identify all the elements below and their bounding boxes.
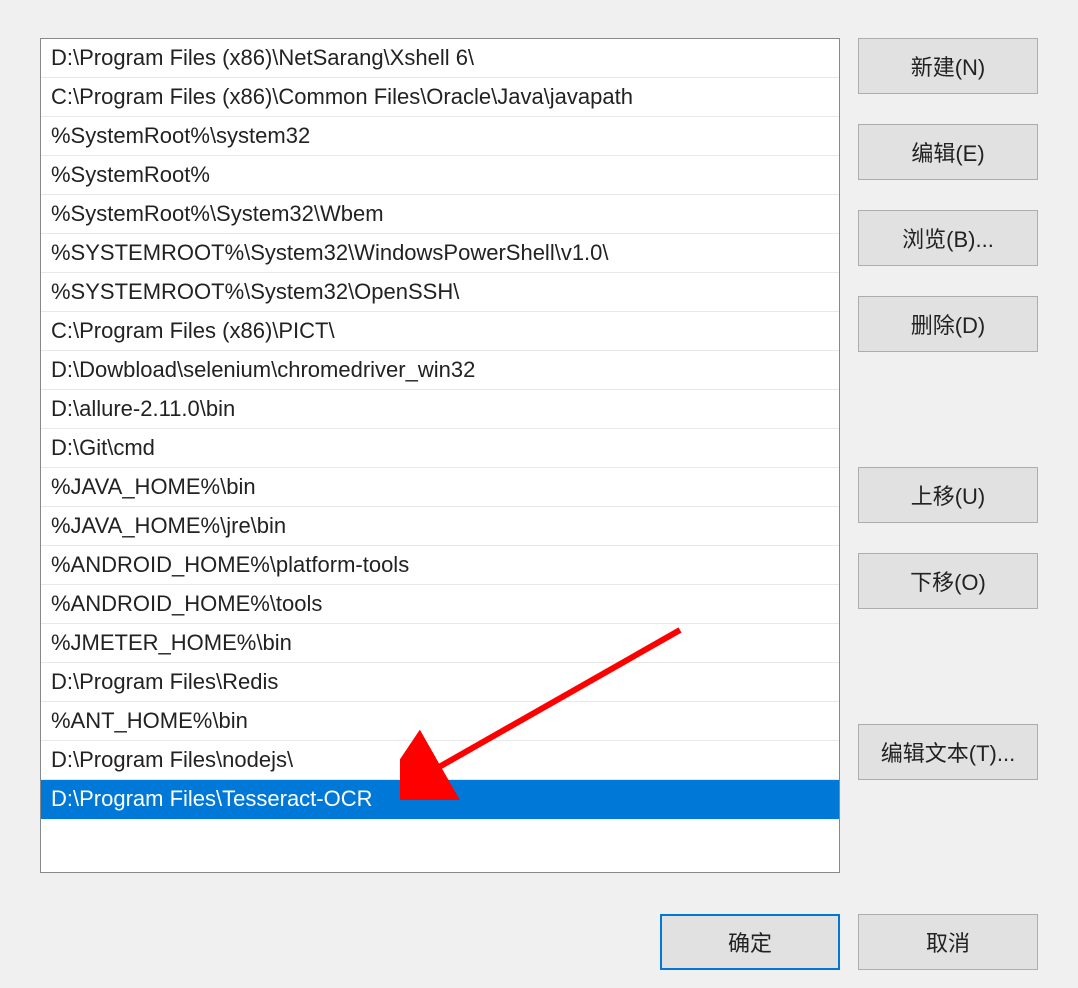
list-item[interactable]: %SystemRoot%\system32 [41, 117, 839, 156]
list-item[interactable]: %SystemRoot%\System32\Wbem [41, 195, 839, 234]
list-item[interactable]: %ANDROID_HOME%\tools [41, 585, 839, 624]
list-item[interactable]: %SYSTEMROOT%\System32\OpenSSH\ [41, 273, 839, 312]
list-item[interactable]: %JAVA_HOME%\jre\bin [41, 507, 839, 546]
list-item[interactable]: D:\Program Files\nodejs\ [41, 741, 839, 780]
list-item[interactable]: %JAVA_HOME%\bin [41, 468, 839, 507]
list-item[interactable]: %ANDROID_HOME%\platform-tools [41, 546, 839, 585]
move-up-button[interactable]: 上移(U) [858, 467, 1038, 523]
list-item[interactable]: %JMETER_HOME%\bin [41, 624, 839, 663]
bottom-button-panel: 确定 取消 [660, 914, 1038, 970]
cancel-button[interactable]: 取消 [858, 914, 1038, 970]
edit-text-button[interactable]: 编辑文本(T)... [858, 724, 1038, 780]
list-item[interactable]: %ANT_HOME%\bin [41, 702, 839, 741]
delete-button[interactable]: 删除(D) [858, 296, 1038, 352]
side-button-panel: 新建(N) 编辑(E) 浏览(B)... 删除(D) 上移(U) 下移(O) 编… [858, 38, 1038, 918]
list-item[interactable]: D:\Program Files (x86)\NetSarang\Xshell … [41, 39, 839, 78]
list-item[interactable]: %SYSTEMROOT%\System32\WindowsPowerShell\… [41, 234, 839, 273]
path-list[interactable]: D:\Program Files (x86)\NetSarang\Xshell … [40, 38, 840, 873]
browse-button[interactable]: 浏览(B)... [858, 210, 1038, 266]
new-button[interactable]: 新建(N) [858, 38, 1038, 94]
list-item[interactable]: %SystemRoot% [41, 156, 839, 195]
list-item[interactable]: C:\Program Files (x86)\Common Files\Orac… [41, 78, 839, 117]
list-item[interactable]: D:\Dowbload\selenium\chromedriver_win32 [41, 351, 839, 390]
move-down-button[interactable]: 下移(O) [858, 553, 1038, 609]
list-item[interactable]: D:\Program Files\Redis [41, 663, 839, 702]
edit-button[interactable]: 编辑(E) [858, 124, 1038, 180]
env-var-editor: D:\Program Files (x86)\NetSarang\Xshell … [40, 38, 1040, 918]
ok-button[interactable]: 确定 [660, 914, 840, 970]
list-item[interactable]: C:\Program Files (x86)\PICT\ [41, 312, 839, 351]
list-item[interactable]: D:\Git\cmd [41, 429, 839, 468]
spacer [858, 382, 1038, 437]
list-item[interactable]: D:\Program Files\Tesseract-OCR [41, 780, 839, 819]
list-item[interactable]: D:\allure-2.11.0\bin [41, 390, 839, 429]
spacer [858, 639, 1038, 694]
